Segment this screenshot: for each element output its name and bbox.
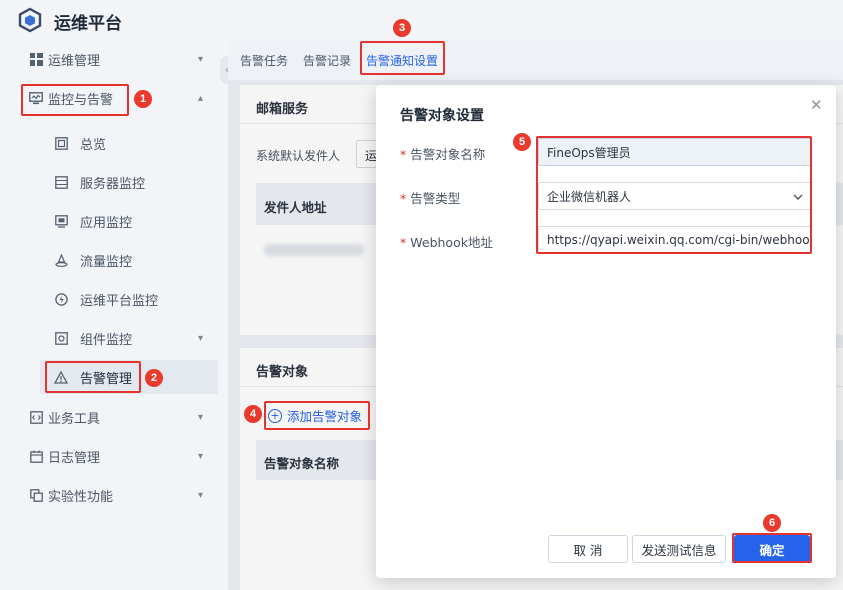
step-marker: 5: [513, 133, 531, 151]
sidebar-item-traffic-monitor[interactable]: 流量监控: [0, 241, 228, 280]
sidebar-item-label: 实验性功能: [48, 490, 114, 505]
app-icon: [54, 215, 68, 229]
highlight-box-confirm: [732, 533, 812, 563]
platform-icon: [54, 293, 68, 307]
cube-icon: [18, 7, 42, 33]
grid-icon: [29, 53, 43, 67]
code-icon: [29, 411, 43, 425]
step-marker: 2: [145, 369, 163, 387]
chevron-down-icon: ▾: [198, 54, 204, 65]
chevron-down-icon: ▾: [198, 412, 204, 423]
cancel-button[interactable]: 取 消: [548, 535, 628, 563]
sidebar-item-experimental[interactable]: 实验性功能 ▾: [0, 476, 228, 515]
tab-bar: 告警任务 告警记录 告警通知设置: [228, 40, 843, 78]
field-label-webhook: * Webhook地址: [400, 235, 493, 250]
step-marker: 4: [244, 405, 262, 423]
chevron-down-icon: ▾: [198, 490, 204, 501]
sidebar-item-server-monitor[interactable]: 服务器监控: [0, 163, 228, 202]
calendar-icon: [29, 450, 43, 464]
app-title: 运维平台: [54, 14, 122, 34]
tab-alert-records[interactable]: 告警记录: [303, 52, 351, 69]
highlight-box-notification-tab: [360, 41, 445, 75]
highlight-box-form-fields: [536, 136, 812, 254]
highlight-box-alert-management: [45, 361, 141, 393]
flow-icon: [54, 254, 68, 268]
sidebar-item-business-tools[interactable]: 业务工具 ▾: [0, 398, 228, 437]
sidebar-item-label: 流量监控: [80, 255, 133, 270]
top-bar: 运维平台: [0, 0, 843, 40]
component-icon: [54, 332, 68, 346]
sidebar-item-label: 总览: [80, 138, 107, 153]
tab-alert-tasks[interactable]: 告警任务: [240, 52, 288, 69]
server-icon: [54, 176, 68, 190]
sidebar-item-label: 日志管理: [48, 451, 101, 466]
sidebar-item-label: 运维平台监控: [80, 294, 159, 309]
step-marker: 6: [763, 514, 781, 532]
sidebar-item-label: 业务工具: [48, 412, 101, 427]
sidebar-item-app-monitor[interactable]: 应用监控: [0, 202, 228, 241]
field-label-alert-type: * 告警类型: [400, 191, 461, 206]
lab-icon: [29, 489, 43, 503]
sidebar-item-ops-management[interactable]: 运维管理 ▾: [0, 40, 228, 79]
field-label-target-name: * 告警对象名称: [400, 147, 486, 162]
chevron-up-icon: ▴: [198, 93, 204, 104]
highlight-box-add-target: [264, 401, 370, 430]
sidebar-item-log-management[interactable]: 日志管理 ▾: [0, 437, 228, 476]
send-test-button[interactable]: 发送测试信息: [632, 535, 726, 563]
sidebar-item-label: 应用监控: [80, 216, 133, 231]
chevron-down-icon: ▾: [198, 451, 204, 462]
sidebar-item-overview[interactable]: 总览: [0, 124, 228, 163]
overview-icon: [54, 137, 68, 151]
sidebar-item-label: 运维管理: [48, 54, 101, 69]
step-marker: 3: [393, 19, 411, 37]
highlight-box-monitor-alert: [21, 84, 129, 116]
sidebar-item-component-monitor[interactable]: 组件监控 ▾: [0, 319, 228, 358]
close-icon[interactable]: ✕: [810, 96, 823, 114]
chevron-down-icon: ▾: [198, 333, 204, 344]
dialog-title: 告警对象设置: [400, 108, 484, 124]
sidebar-item-label: 组件监控: [80, 333, 133, 348]
sidebar-item-platform-monitor[interactable]: 运维平台监控: [0, 280, 228, 319]
sidebar-item-label: 服务器监控: [80, 177, 146, 192]
step-marker: 1: [134, 90, 152, 108]
